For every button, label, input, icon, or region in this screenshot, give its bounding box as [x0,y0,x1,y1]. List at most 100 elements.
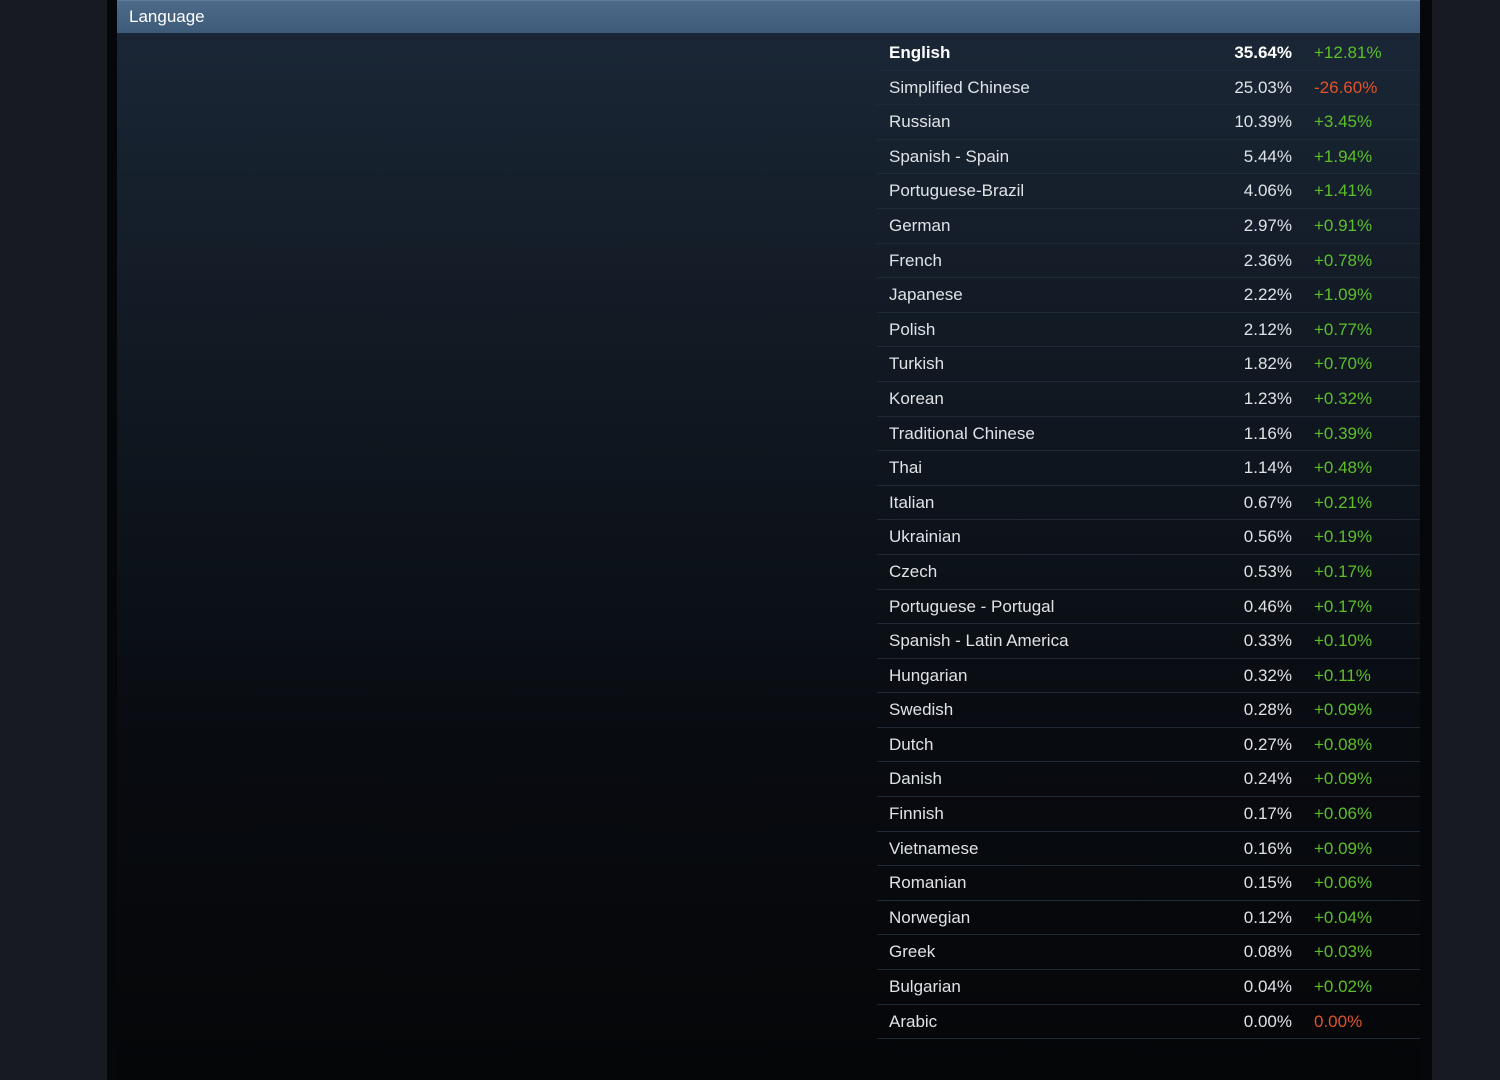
language-percent: 0.08% [1243,942,1292,962]
language-name: Czech [889,561,938,581]
language-percent: 0.33% [1243,631,1292,651]
table-row: Portuguese - Portugal 0.46% +0.17% [877,590,1420,625]
language-percent: 0.04% [1243,977,1292,997]
language-percent: 0.53% [1243,561,1292,581]
language-change: +1.94% [1314,146,1373,166]
language-percent: 4.06% [1243,181,1292,201]
language-percent: 0.00% [1243,1011,1292,1031]
language-change: +0.03% [1314,942,1373,962]
panel-header: Language [117,0,1420,33]
table-row: Korean 1.23% +0.32% [877,382,1420,417]
language-name: Swedish [889,700,954,720]
table-row: Danish 0.24% +0.09% [877,762,1420,798]
language-percent: 0.12% [1243,907,1292,927]
table-row: Simplified Chinese 25.03% -26.60% [877,71,1420,106]
table-row: Japanese 2.22% +1.09% [877,278,1420,313]
language-name: Hungarian [889,665,968,685]
table-row: Czech 0.53% +0.17% [877,555,1420,590]
language-percent: 2.36% [1243,250,1292,270]
language-change: -26.60% [1314,77,1378,97]
language-change: +0.04% [1314,907,1373,927]
language-change: +0.39% [1314,423,1373,443]
language-percent: 10.39% [1234,112,1292,132]
language-percent: 0.46% [1243,596,1292,616]
table-row: Ukrainian 0.56% +0.19% [877,520,1420,555]
table-row: Polish 2.12% +0.77% [877,313,1420,348]
language-change: +12.81% [1314,43,1382,62]
language-percent: 5.44% [1243,146,1292,166]
language-percent: 2.22% [1243,285,1292,305]
language-percent: 0.28% [1243,700,1292,720]
language-name: Spanish - Spain [889,146,1010,166]
table-row: Finnish 0.17% +0.06% [877,797,1420,832]
language-name: Korean [889,388,944,408]
language-percent: 1.23% [1243,388,1292,408]
table-row: Traditional Chinese 1.16% +0.39% [877,417,1420,452]
language-percent: 2.97% [1243,215,1292,235]
language-percent: 1.14% [1243,458,1292,478]
language-change: +0.06% [1314,804,1373,824]
language-percent: 0.24% [1243,769,1292,789]
table-row: German 2.97% +0.91% [877,209,1420,244]
language-name: Greek [889,942,936,962]
language-change: +0.48% [1314,458,1373,478]
table-row: Bulgarian 0.04% +0.02% [877,970,1420,1005]
language-percent: 0.32% [1243,665,1292,685]
language-name: Bulgarian [889,977,961,997]
language-change: +0.09% [1314,838,1373,858]
language-change: +0.77% [1314,319,1373,339]
language-change: +0.09% [1314,700,1373,720]
language-change: +0.91% [1314,215,1373,235]
language-name: Romanian [889,873,967,893]
language-change: +0.70% [1314,354,1373,374]
language-name: Danish [889,769,942,789]
table-row: Spanish - Latin America 0.33% +0.10% [877,624,1420,659]
language-change: +1.41% [1314,181,1373,201]
table-row: Vietnamese 0.16% +0.09% [877,832,1420,867]
language-name: Ukrainian [889,527,961,547]
table-row: Norwegian 0.12% +0.04% [877,901,1420,936]
language-name: Portuguese - Portugal [889,596,1055,616]
language-percent: 2.12% [1243,319,1292,339]
table-row: Thai 1.14% +0.48% [877,451,1420,486]
language-change: +0.11% [1314,665,1371,685]
table-row: Italian 0.67% +0.21% [877,486,1420,521]
language-change: +0.17% [1314,561,1373,581]
table-row: Hungarian 0.32% +0.11% [877,659,1420,694]
page-background: Language English 35.64% +12.81% Simplified … [107,0,1432,1080]
table-row: French 2.36% +0.78% [877,244,1420,279]
language-change: +0.06% [1314,873,1373,893]
table-row: Dutch 0.27% +0.08% [877,728,1420,763]
table-row: Russian 10.39% +3.45% [877,105,1420,140]
language-percent: 0.27% [1243,734,1292,754]
table-row: Spanish - Spain 5.44% +1.94% [877,140,1420,175]
language-name: Vietnamese [889,838,979,858]
table-row: English 35.64% +12.81% [877,36,1420,71]
language-name: Italian [889,492,935,512]
language-name: Simplified Chinese [889,77,1030,97]
language-percent: 1.16% [1243,423,1292,443]
panel-title: Language [129,7,205,26]
language-percent: 0.56% [1243,527,1292,547]
language-name: Thai [889,458,923,478]
language-name: Spanish - Latin America [889,631,1069,651]
language-percent: 25.03% [1234,77,1292,97]
language-percent: 35.64% [1234,43,1292,62]
language-change: +1.09% [1314,285,1373,305]
language-name: Norwegian [889,907,971,927]
language-name: Japanese [889,285,963,305]
table-row: Greek 0.08% +0.03% [877,935,1420,971]
language-change: +0.19% [1314,527,1373,547]
language-change: +0.09% [1314,769,1373,789]
language-name: Arabic [889,1011,938,1031]
table-row: Arabic 0.00% 0.00% [877,1005,1420,1040]
language-change: +0.78% [1314,250,1373,270]
language-name: English [889,43,951,62]
table-row: Portuguese-Brazil 4.06% +1.41% [877,174,1420,209]
language-table: English 35.64% +12.81% Simplified Chinese 25… [877,36,1420,1040]
language-name: Russian [889,112,951,132]
language-change: +0.21% [1314,492,1373,512]
language-change: +0.32% [1314,388,1373,408]
table-row: Turkish 1.82% +0.70% [877,347,1420,382]
language-change: 0.00% [1314,1011,1363,1031]
